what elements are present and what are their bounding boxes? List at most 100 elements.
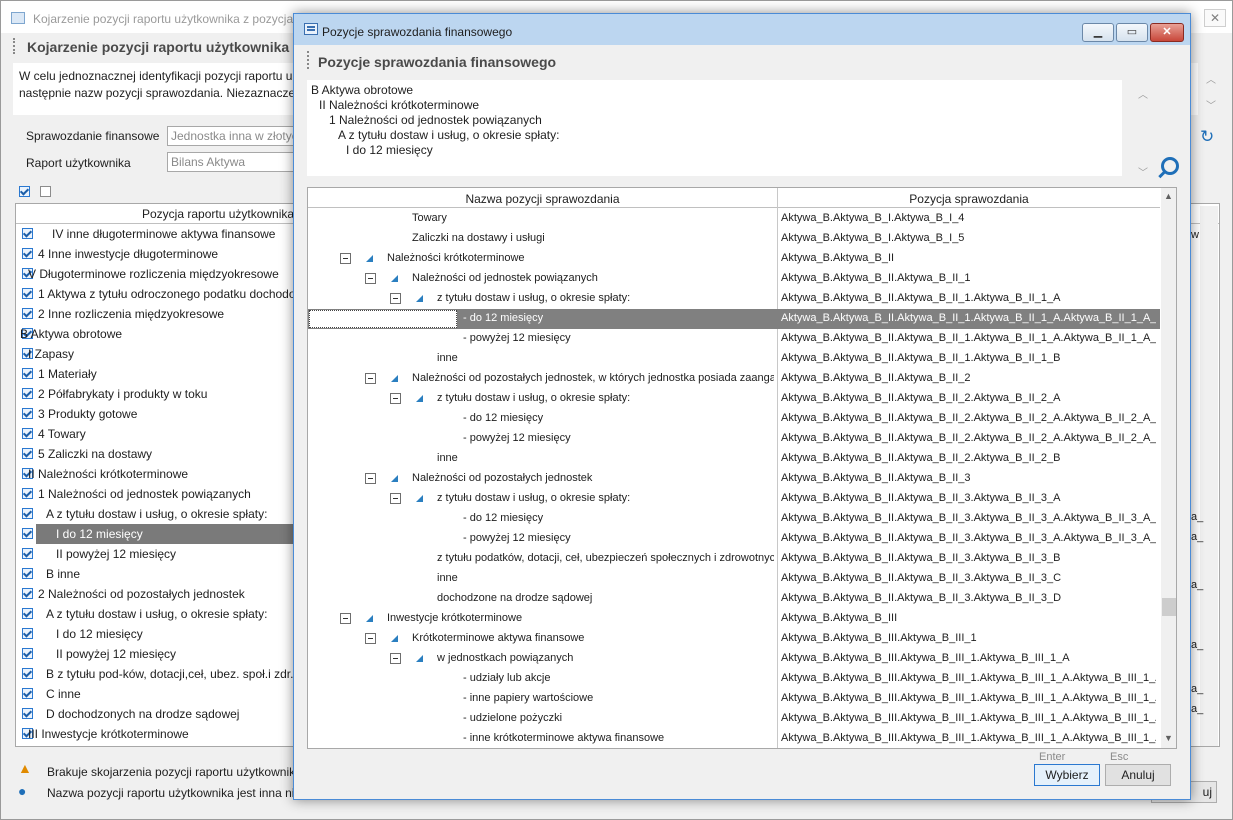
column-header-name[interactable]: Nazwa pozycji sprawozdania — [308, 192, 777, 206]
table-row[interactable]: z tytułu dostaw i usług, o okresie spłat… — [308, 289, 1160, 309]
table-row[interactable]: Należności od jednostek powiązanych Aktyw… — [308, 269, 1160, 289]
row-checkbox[interactable] — [22, 708, 33, 719]
list-item[interactable]: 2 Inne rozliczenia międzyokresowe — [16, 304, 306, 324]
scroll-up-icon[interactable]: ▲ — [1164, 191, 1173, 201]
list-item[interactable]: 1 Aktywa z tytułu odroczonego podatku do… — [16, 284, 306, 304]
select-all-checkbox[interactable] — [19, 186, 30, 197]
list-item[interactable]: 4 Towary — [16, 424, 306, 444]
table-row[interactable]: inne Aktywa_B.Aktywa_B_II.Aktywa_B_II_1.A… — [308, 349, 1160, 369]
row-checkbox[interactable] — [22, 448, 33, 459]
scrollbar-thumb[interactable] — [1162, 598, 1176, 616]
row-checkbox[interactable] — [22, 668, 33, 679]
table-row[interactable]: - powyżej 12 miesięcy Aktywa_B.Aktywa_B_I… — [308, 529, 1160, 549]
list-item[interactable]: B inne — [16, 564, 306, 584]
table-row[interactable]: inne Aktywa_B.Aktywa_B_II.Aktywa_B_II_3.A… — [308, 569, 1160, 589]
raport-field[interactable]: Bilans Aktywa — [167, 152, 307, 172]
scroll-down-icon[interactable]: ▼ — [1164, 733, 1173, 743]
table-row[interactable]: w jednostkach powiązanych Aktywa_B.Aktywa… — [308, 649, 1160, 669]
row-checkbox[interactable] — [22, 588, 33, 599]
collapse-icon[interactable] — [365, 633, 376, 644]
collapse-icon[interactable] — [365, 373, 376, 384]
row-checkbox[interactable] — [22, 528, 33, 539]
table-row[interactable]: Należności od pozostałych jednostek Aktyw… — [308, 469, 1160, 489]
row-checkbox[interactable] — [22, 428, 33, 439]
row-checkbox[interactable] — [22, 608, 33, 619]
table-row[interactable]: Należności krótkoterminowe Aktywa_B.Aktyw… — [308, 249, 1160, 269]
row-checkbox[interactable] — [22, 228, 33, 239]
table-row[interactable]: - do 12 miesięcy Aktywa_B.Aktywa_B_II.Akt… — [308, 509, 1160, 529]
table-row[interactable]: z tytułu podatków, dotacji, ceł, ubezpie… — [308, 549, 1160, 569]
table-row[interactable]: Zaliczki na dostawy i usługi Aktywa_B.Akt… — [308, 229, 1160, 249]
row-checkbox[interactable] — [22, 568, 33, 579]
minimize-icon[interactable]: ▁ — [1082, 23, 1114, 42]
row-checkbox[interactable] — [22, 368, 33, 379]
row-checkbox[interactable] — [22, 688, 33, 699]
table-row[interactable]: - do 12 miesięcy Aktywa_B.Aktywa_B_II.Akt… — [308, 309, 1160, 329]
row-checkbox[interactable] — [22, 548, 33, 559]
list-item[interactable]: 5 Zaliczki na dostawy — [16, 444, 306, 464]
chevron-down-icon[interactable]: ﹀ — [1138, 164, 1148, 179]
search-icon[interactable] — [1156, 156, 1179, 178]
list-item[interactable]: 3 Produkty gotowe — [16, 404, 306, 424]
table-row[interactable]: - inne krótkoterminowe aktywa finansowe A… — [308, 729, 1160, 748]
collapse-icon[interactable] — [365, 273, 376, 284]
dialog-scrollbar[interactable]: ▲ ▼ — [1161, 188, 1176, 748]
table-row[interactable]: z tytułu dostaw i usług, o okresie spłat… — [308, 389, 1160, 409]
list-item[interactable]: 2 Półfabrykaty i produkty w toku — [16, 384, 306, 404]
table-row[interactable]: - do 12 miesięcy Aktywa_B.Aktywa_B_II.Akt… — [308, 409, 1160, 429]
list-item[interactable]: 1 Materiały — [16, 364, 306, 384]
row-checkbox[interactable] — [22, 308, 33, 319]
close-icon[interactable]: ✕ — [1150, 23, 1184, 42]
list-item[interactable]: B Aktywa obrotowe — [16, 324, 306, 344]
list-item[interactable]: II powyżej 12 miesięcy — [16, 644, 306, 664]
list-item[interactable]: 1 Należności od jednostek powiązanych — [16, 484, 306, 504]
row-checkbox[interactable] — [22, 628, 33, 639]
list-item[interactable]: I do 12 miesięcy — [16, 524, 306, 544]
table-row[interactable]: - udziały lub akcje Aktywa_B.Aktywa_B_III… — [308, 669, 1160, 689]
table-row[interactable]: - powyżej 12 miesięcy Aktywa_B.Aktywa_B_I… — [308, 429, 1160, 449]
list-item[interactable]: A z tytułu dostaw i usług, o okresie spł… — [16, 504, 306, 524]
row-checkbox[interactable] — [22, 288, 33, 299]
table-row[interactable]: Krótkoterminowe aktywa finansowe Aktywa_B… — [308, 629, 1160, 649]
chevron-up-icon[interactable]: ︿ — [1206, 71, 1216, 86]
collapse-icon[interactable] — [340, 253, 351, 264]
collapse-icon[interactable] — [390, 293, 401, 304]
row-checkbox[interactable] — [22, 648, 33, 659]
list-item[interactable]: V Długoterminowe rozliczenia międzyokres… — [16, 264, 306, 284]
table-row[interactable]: inne Aktywa_B.Aktywa_B_II.Aktywa_B_II_2.A… — [308, 449, 1160, 469]
list-item[interactable]: I Zapasy — [16, 344, 306, 364]
table-row[interactable]: dochodzone na drodze sądowej Aktywa_B.Akt… — [308, 589, 1160, 609]
table-row[interactable]: Inwestycje krótkoterminowe Aktywa_B.Aktyw… — [308, 609, 1160, 629]
list-item[interactable]: I do 12 miesięcy — [16, 624, 306, 644]
list-item[interactable]: B z tytułu pod-ków, dotacji,ceł, ubez. s… — [16, 664, 306, 684]
table-row[interactable]: - udzielone pożyczki Aktywa_B.Aktywa_B_II… — [308, 709, 1160, 729]
collapse-icon[interactable] — [390, 493, 401, 504]
list-item[interactable]: D dochodzonych na drodze sądowej — [16, 704, 306, 724]
collapse-icon[interactable] — [365, 473, 376, 484]
list-item[interactable]: II powyżej 12 miesięcy — [16, 544, 306, 564]
background-scrollbar[interactable] — [1200, 206, 1218, 746]
chevron-up-icon[interactable]: ︿ — [1138, 86, 1148, 101]
maximize-icon[interactable]: ▭ — [1116, 23, 1148, 42]
column-header-code[interactable]: Pozycja sprawozdania — [778, 192, 1160, 206]
list-item[interactable]: III Inwestycje krótkoterminowe — [16, 724, 306, 744]
select-button[interactable]: Wybierz — [1034, 764, 1100, 786]
collapse-icon[interactable] — [340, 613, 351, 624]
chevron-down-icon[interactable]: ﹀ — [1206, 97, 1216, 112]
list-item[interactable]: II Należności krótkoterminowe — [16, 464, 306, 484]
close-icon[interactable]: ✕ — [1204, 9, 1226, 27]
row-checkbox[interactable] — [22, 408, 33, 419]
cancel-button[interactable]: Anuluj — [1105, 764, 1171, 786]
list-item[interactable]: A z tytułu dostaw i usług, o okresie spł… — [16, 604, 306, 624]
row-checkbox[interactable] — [22, 488, 33, 499]
table-row[interactable]: Należności od pozostałych jednostek, w k… — [308, 369, 1160, 389]
collapse-icon[interactable] — [390, 393, 401, 404]
deselect-all-checkbox[interactable] — [40, 186, 51, 197]
table-row[interactable]: - powyżej 12 miesięcy Aktywa_B.Aktywa_B_I… — [308, 329, 1160, 349]
row-checkbox[interactable] — [22, 388, 33, 399]
list-item[interactable]: 4 Inne inwestycje długoterminowe — [16, 244, 306, 264]
list-item[interactable]: C inne — [16, 684, 306, 704]
collapse-icon[interactable] — [390, 653, 401, 664]
list-item[interactable]: IV inne długoterminowe aktywa finansowe — [16, 224, 306, 244]
list-item[interactable]: 2 Należności od pozostałych jednostek — [16, 584, 306, 604]
